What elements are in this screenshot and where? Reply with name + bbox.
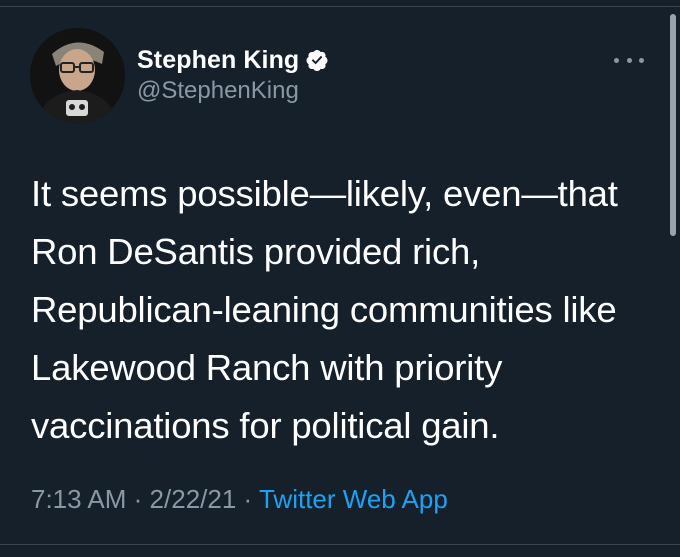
author-display-name[interactable]: Stephen King [137, 46, 299, 75]
author-name-row[interactable]: Stephen King [137, 44, 329, 76]
scrollbar[interactable] [670, 14, 676, 236]
more-dot [614, 57, 619, 63]
more-dot [639, 57, 644, 63]
bottom-divider [0, 544, 680, 545]
top-divider [0, 0, 680, 7]
more-options-icon[interactable] [614, 52, 644, 68]
tweet-source-link[interactable]: Twitter Web App [259, 484, 448, 514]
tweet-date[interactable]: 2/22/21 [150, 484, 237, 514]
author-block[interactable]: Stephen King @StephenKing [137, 44, 329, 105]
verified-badge-icon [306, 50, 328, 71]
tweet-text: It seems possible—likely, even—that Ron … [31, 173, 618, 446]
tweet-metadata: 7:13 AM · 2/22/21 · Twitter Web App [31, 484, 448, 515]
meta-separator: · [243, 484, 253, 514]
avatar[interactable] [30, 28, 125, 123]
author-handle[interactable]: @StephenKing [137, 77, 329, 105]
meta-separator: · [133, 484, 143, 514]
more-dot [626, 57, 632, 63]
tweet-time[interactable]: 7:13 AM [31, 484, 126, 514]
avatar-image [30, 28, 125, 123]
